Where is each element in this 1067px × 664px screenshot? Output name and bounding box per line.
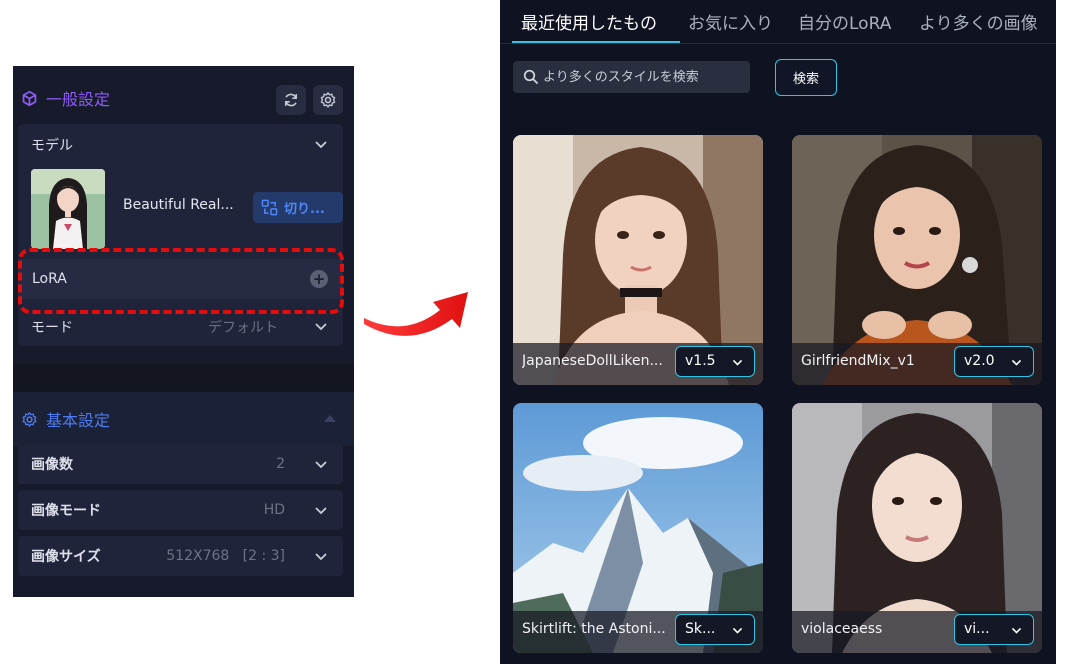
- basic-settings-title: 基本設定: [46, 411, 111, 430]
- model-portrait-image: [31, 169, 105, 249]
- lora-card[interactable]: GirlfriendMix_v1 v2.0: [792, 135, 1042, 385]
- model-name: Beautiful Real...: [123, 197, 234, 213]
- chevron-down-icon: [1011, 627, 1022, 634]
- version-value: v1.5: [685, 353, 716, 369]
- lora-name: JapaneseDollLiken...: [522, 353, 663, 369]
- tab-bar: 最近使用したもの お気に入り 自分のLoRA より多くの画像: [500, 0, 1056, 44]
- version-value: v2.0: [964, 353, 995, 369]
- chevron-down-icon: [1011, 359, 1022, 366]
- model-label: モデル: [31, 138, 73, 154]
- search-icon: [523, 69, 539, 85]
- chevron-down-icon[interactable]: [313, 502, 329, 518]
- refresh-button[interactable]: [276, 85, 306, 115]
- collapse-triangle-icon[interactable]: [323, 413, 337, 423]
- setting-label: 画像モード: [31, 503, 101, 519]
- switch-label: 切り...: [284, 202, 325, 217]
- setting-label: 画像数: [31, 457, 73, 473]
- chevron-down-icon[interactable]: [313, 318, 329, 334]
- version-value: Sk...: [685, 621, 716, 637]
- lora-browser-panel: 最近使用したもの お気に入り 自分のLoRA より多くの画像 検索: [500, 0, 1056, 664]
- search-field[interactable]: [513, 61, 750, 93]
- chevron-down-icon[interactable]: [313, 548, 329, 564]
- setting-label: 画像サイズ: [31, 549, 101, 565]
- general-settings-title: 一般設定: [46, 90, 111, 109]
- switch-model-button[interactable]: 切り...: [253, 192, 343, 223]
- lora-card[interactable]: JapaneseDollLiken... v1.5: [513, 135, 763, 385]
- version-select[interactable]: vi...: [954, 614, 1034, 645]
- version-select[interactable]: v2.0: [954, 346, 1034, 377]
- mode-value: デフォルト: [208, 320, 278, 336]
- lora-name: GirlfriendMix_v1: [801, 353, 915, 369]
- general-settings-header[interactable]: 一般設定: [13, 71, 354, 125]
- refresh-icon: [284, 93, 298, 107]
- settings-panel: 一般設定 モデル Beautiful Real... 切り... LoRA + …: [13, 66, 354, 597]
- swap-icon: [261, 199, 278, 216]
- setting-value: 2: [276, 456, 285, 472]
- version-select[interactable]: Sk...: [675, 614, 755, 645]
- tab-favorites[interactable]: お気に入り: [688, 9, 773, 34]
- lora-highlight-box: [18, 248, 344, 314]
- image-count-row[interactable]: 画像数 2: [18, 444, 343, 484]
- chevron-down-icon[interactable]: [313, 456, 329, 472]
- lora-name: Skirtlift: the Astoni...: [522, 621, 666, 637]
- tab-divider: [500, 43, 1056, 44]
- tab-more-images[interactable]: より多くの画像: [919, 9, 1038, 34]
- mode-label: モード: [31, 320, 73, 336]
- image-mode-row[interactable]: 画像モード HD: [18, 490, 343, 530]
- chevron-down-icon: [732, 359, 743, 366]
- lora-card[interactable]: Skirtlift: the Astoni... Sk...: [513, 403, 763, 653]
- gear-icon: [320, 92, 336, 108]
- search-input[interactable]: [543, 61, 743, 93]
- setting-value: HD: [263, 502, 285, 518]
- section-divider: [13, 364, 354, 392]
- chevron-down-icon[interactable]: [313, 136, 329, 152]
- gear-icon: [22, 411, 37, 427]
- chevron-down-icon: [732, 627, 743, 634]
- lora-card[interactable]: violaceaess vi...: [792, 403, 1042, 653]
- version-select[interactable]: v1.5: [675, 346, 755, 377]
- search-button[interactable]: 検索: [775, 59, 837, 96]
- tab-my-lora[interactable]: 自分のLoRA: [798, 9, 891, 34]
- tab-recent[interactable]: 最近使用したもの: [521, 9, 657, 34]
- lora-name: violaceaess: [801, 621, 883, 637]
- cube-icon: [22, 90, 37, 106]
- basic-settings-header[interactable]: 基本設定: [13, 392, 354, 446]
- model-thumbnail[interactable]: [31, 169, 105, 249]
- image-size-row[interactable]: 画像サイズ 512X768 [2 : 3]: [18, 536, 343, 576]
- setting-value: 512X768 [2 : 3]: [166, 548, 285, 564]
- settings-button[interactable]: [313, 85, 343, 115]
- version-value: vi...: [964, 621, 990, 637]
- red-arrow-icon: [364, 292, 468, 336]
